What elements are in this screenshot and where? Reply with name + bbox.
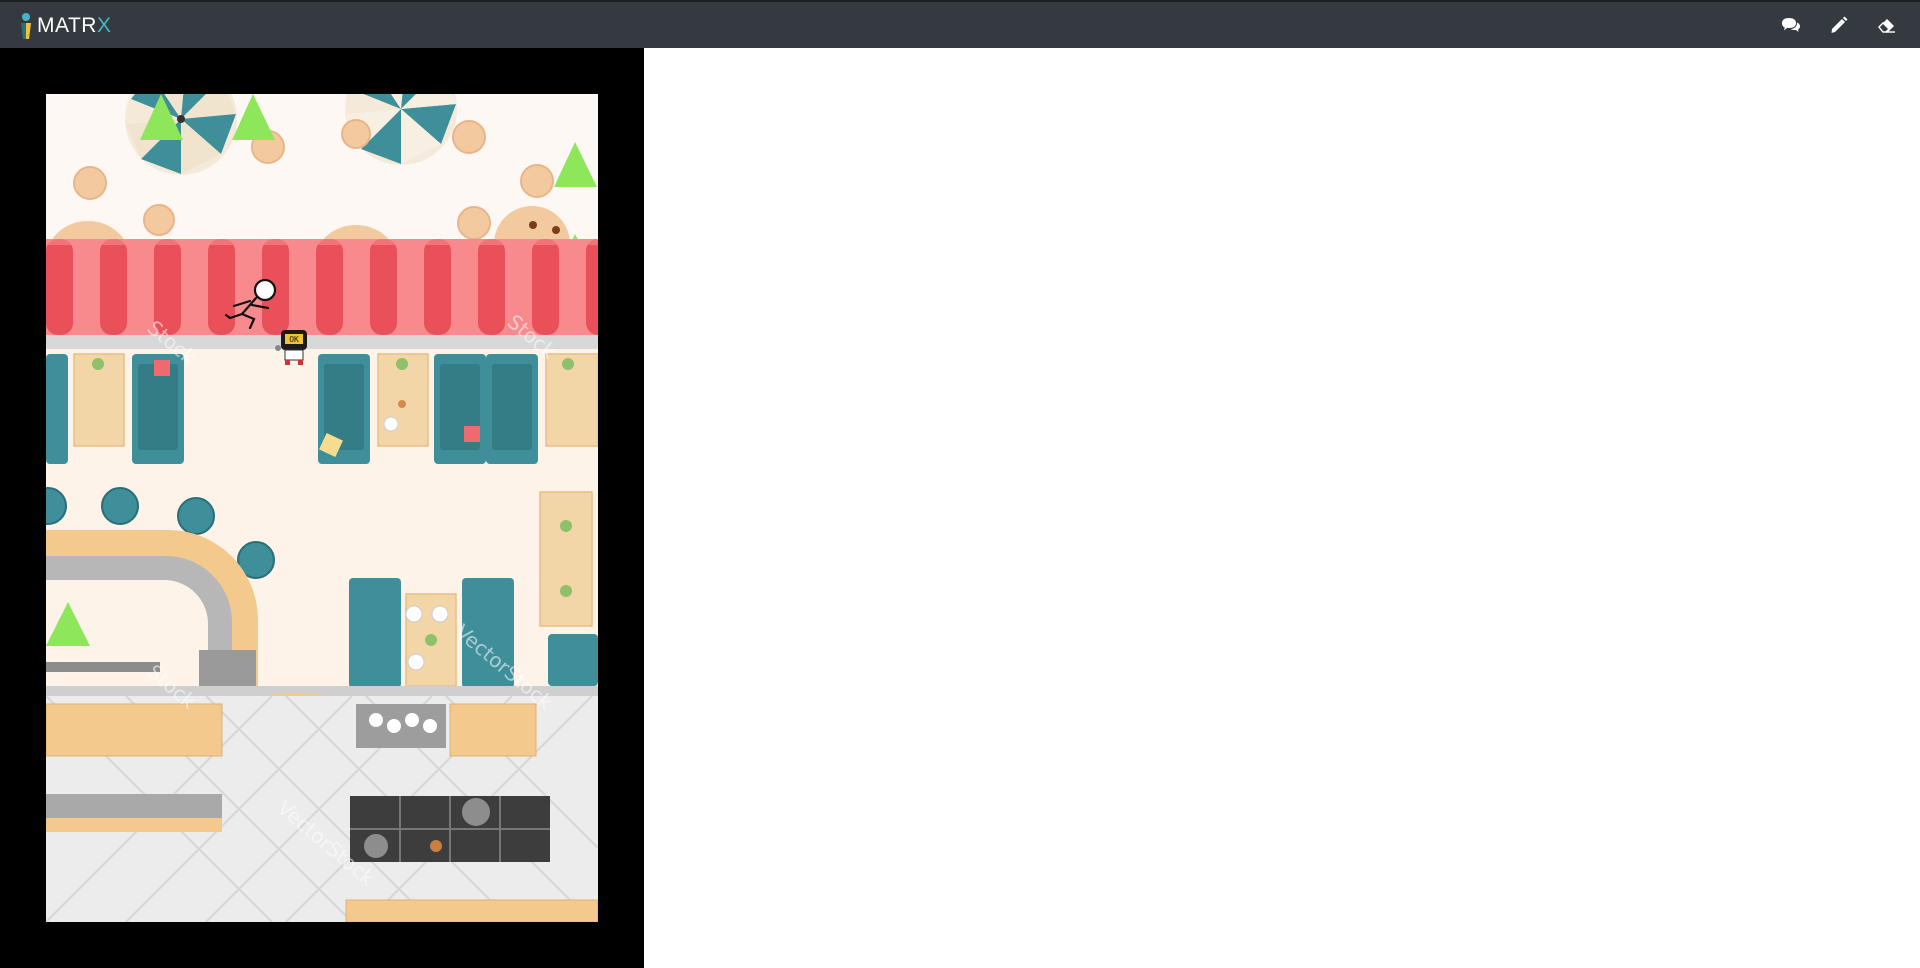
bar-machine bbox=[199, 650, 256, 686]
plate bbox=[407, 653, 425, 671]
restaurant-map: OK Stock Stock VectorStock Stock VectorS… bbox=[46, 94, 598, 922]
prep-shelf bbox=[46, 818, 222, 832]
brand-x: X bbox=[96, 14, 111, 37]
erase-button[interactable] bbox=[1876, 14, 1898, 36]
plate bbox=[383, 416, 399, 432]
plate bbox=[405, 605, 423, 623]
prep-counter bbox=[46, 794, 222, 818]
pan bbox=[430, 840, 442, 852]
napkin bbox=[464, 426, 480, 442]
world-panel: OK Stock Stock VectorStock Stock VectorS… bbox=[0, 48, 644, 968]
grid-world[interactable]: OK Stock Stock VectorStock Stock VectorS… bbox=[46, 94, 598, 922]
pencil-icon bbox=[1831, 16, 1848, 33]
draw-button[interactable] bbox=[1828, 14, 1850, 36]
svg-text:OK: OK bbox=[289, 335, 299, 344]
plate bbox=[431, 605, 449, 623]
chat-icon bbox=[1782, 18, 1800, 32]
brand-name: MATR bbox=[37, 14, 97, 37]
top-navbar: MATR X bbox=[0, 0, 1920, 48]
pot bbox=[462, 798, 490, 826]
pan bbox=[364, 834, 388, 858]
bar-sink bbox=[46, 662, 160, 672]
matrx-logo-icon bbox=[21, 13, 31, 39]
napkin bbox=[154, 360, 170, 376]
right-panel bbox=[644, 48, 1920, 968]
eraser-icon bbox=[1878, 19, 1895, 33]
cup bbox=[552, 226, 560, 234]
cup bbox=[529, 221, 537, 229]
cup bbox=[398, 400, 406, 408]
matrx-logo[interactable]: MATR X bbox=[18, 11, 111, 41]
chat-button[interactable] bbox=[1780, 14, 1802, 36]
